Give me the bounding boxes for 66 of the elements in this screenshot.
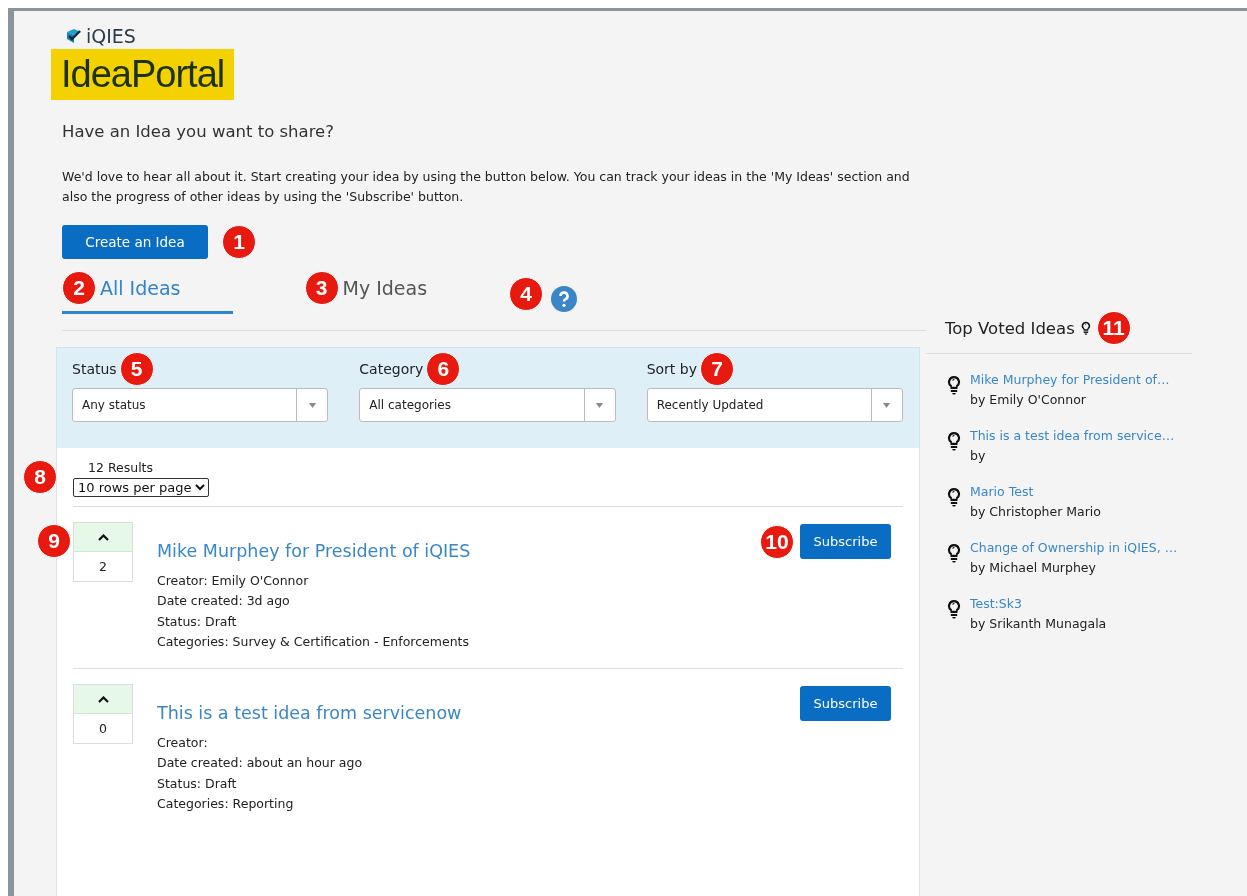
caret-icon: [596, 402, 604, 408]
filter-label: Sort by: [646, 361, 697, 377]
idea-title-link[interactable]: Mike Murphey for President of iQIES: [157, 541, 471, 561]
callout-badge: 1: [222, 225, 256, 259]
idea-author: by Christopher Mario: [970, 503, 1101, 521]
brand-name: iQIES: [86, 25, 136, 47]
lightbulb-icon: [1080, 321, 1091, 335]
create-idea-button[interactable]: Create an Idea: [62, 225, 208, 259]
idea-detail: Creator:: [157, 734, 209, 753]
filter-dropdown[interactable]: Any status: [72, 388, 329, 422]
lightbulb-icon: [947, 543, 961, 563]
idea-link[interactable]: This is a test idea from service…: [970, 426, 1175, 446]
lightbulb-icon: [947, 599, 961, 619]
idea-author: by Emily O'Connor: [970, 391, 1087, 409]
idea-detail: Status: Draft: [157, 774, 238, 793]
filter-dropdown[interactable]: Recently Updated: [646, 388, 903, 422]
idea-author: by: [970, 447, 987, 465]
idea-detail: Creator: Emily O'Connor: [157, 572, 310, 590]
lightbulb-icon: [947, 487, 961, 507]
portal-logo: IdeaPortal: [51, 49, 235, 100]
page-heading: Have an Idea you want to share?: [62, 122, 335, 141]
lightbulb-icon: [947, 375, 961, 395]
callout-badge: 4: [509, 277, 544, 311]
idea-author: by Michael Murphey: [970, 559, 1097, 577]
idea-link[interactable]: Mario Test: [970, 482, 1101, 502]
sidebar-title: Top Voted Ideas: [945, 318, 1075, 338]
callout-badge: 3: [304, 271, 339, 305]
idea-detail: Status: Draft: [157, 612, 238, 631]
idea-detail: Categories: Reporting: [157, 795, 295, 814]
upvote-chevron-icon[interactable]: [97, 533, 109, 541]
idea-link[interactable]: Mike Murphey for President of…: [970, 370, 1170, 390]
callout-badge: 6: [426, 352, 461, 386]
callout-badge: 11: [1096, 311, 1131, 345]
idea-detail: Date created: 3d ago: [157, 592, 291, 611]
callout-badge: 7: [700, 352, 734, 386]
subscribe-button[interactable]: Subscribe: [800, 686, 891, 722]
callout-badge: 10: [760, 524, 794, 559]
idea-link[interactable]: Test:Sk3: [970, 594, 1107, 614]
callout-badge: 5: [119, 352, 154, 386]
cube-check-icon: [65, 28, 83, 44]
filter-label: Status: [72, 361, 117, 377]
lightbulb-icon: [947, 431, 961, 451]
filter-dropdown[interactable]: All categories: [359, 388, 616, 422]
upvote-chevron-icon[interactable]: [97, 695, 109, 703]
idea-detail: Categories: Survey & Certification - Enforcements: [157, 632, 470, 651]
vote-widget[interactable]: 2: [73, 522, 133, 582]
idea-link[interactable]: Change of Ownership in iQIES, …: [970, 538, 1178, 558]
vote-count: 0: [99, 721, 107, 737]
vote-widget[interactable]: 0: [73, 684, 133, 745]
subscribe-button[interactable]: Subscribe: [800, 524, 891, 559]
tab[interactable]: 3 My Ideas: [304, 271, 428, 314]
idea-author: by Srikanth Munagala: [970, 615, 1107, 633]
rows-per-page-select[interactable]: 10 rows per page: [73, 478, 209, 497]
callout-badge: 2: [62, 271, 96, 305]
vote-count: 2: [99, 559, 107, 574]
help-icon[interactable]: [551, 286, 578, 312]
results-count: 12 Results: [87, 460, 154, 475]
callout-badge: 8: [23, 460, 57, 494]
caret-icon: [308, 402, 316, 408]
intro-text: We'd love to hear all about it. Start creating your idea by using the button below. You can track your ideas in the 'My Ideas' section and also the progress of other ideas by using the 'Subscribe' button.: [62, 168, 911, 206]
idea-detail: Date created: about an hour ago: [157, 754, 364, 773]
filter-label: Category: [359, 361, 424, 377]
callout-badge: 9: [37, 524, 71, 558]
idea-title-link[interactable]: This is a test idea from servicenow: [157, 703, 462, 724]
tab[interactable]: 2 All Ideas: [62, 271, 233, 314]
caret-icon: [883, 402, 891, 408]
